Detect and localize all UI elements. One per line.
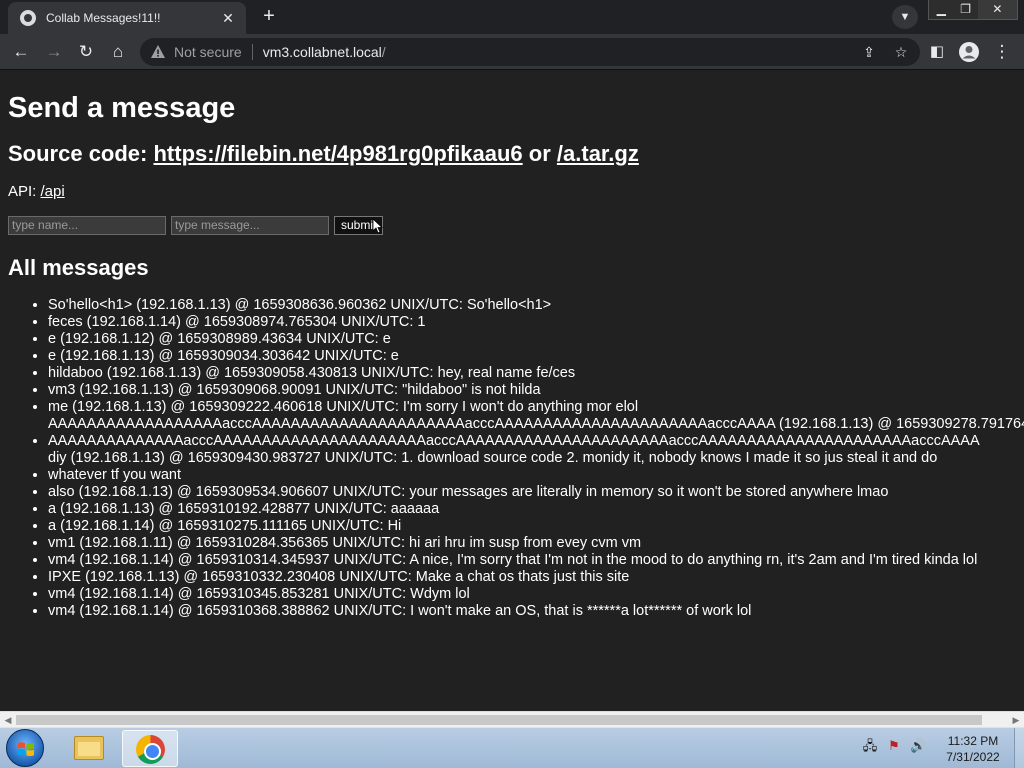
- message-item: vm4 (192.168.1.14) @ 1659310368.388862 U…: [48, 603, 1016, 620]
- reload-icon[interactable]: ↻: [75, 41, 97, 63]
- message-form: submit: [8, 215, 1016, 235]
- system-clock[interactable]: 11:32 PM 7/31/2022: [938, 733, 1008, 765]
- message-item: a (192.168.1.13) @ 1659310192.428877 UNI…: [48, 501, 1016, 518]
- network-icon[interactable]: 🖧: [862, 738, 878, 754]
- url-text: vm3.collabnet.local/: [263, 44, 386, 60]
- file-explorer-taskbar-button[interactable]: [62, 730, 118, 767]
- all-messages-heading: All messages: [8, 255, 149, 280]
- api-label: API:: [8, 183, 41, 200]
- windows-logo-icon: [18, 742, 34, 757]
- message-item: vm3 (192.168.1.13) @ 1659309068.90091 UN…: [48, 382, 1016, 399]
- warning-icon[interactable]: [150, 44, 166, 60]
- forward-arrow-icon[interactable]: →: [43, 41, 65, 63]
- source-code-heading: Source code: https://filebin.net/4p981rg…: [8, 140, 1016, 168]
- source-or-label: or: [522, 141, 557, 166]
- browser-tab[interactable]: Collab Messages!11!! ✕: [8, 2, 246, 34]
- chrome-taskbar-button[interactable]: [122, 730, 178, 767]
- message-item: AAAAAAAAAAAAAAAAAAacccAAAAAAAAAAAAAAAAAA…: [48, 416, 1024, 450]
- back-arrow-icon[interactable]: ←: [10, 41, 32, 63]
- url-path: /: [381, 44, 386, 60]
- restore-icon[interactable]: ❐: [953, 0, 977, 19]
- close-window-icon[interactable]: ✕: [977, 0, 1017, 19]
- tab-strip: Collab Messages!11!! ✕ + ▼ ▁ ❐ ✕: [0, 0, 1024, 34]
- filebin-link[interactable]: https://filebin.net/4p981rg0pfikaau6: [153, 141, 522, 166]
- browser-toolbar: ← → ↻ ⌂ Not secure vm3.collabnet.local/ …: [0, 34, 1024, 70]
- tarball-link[interactable]: /a.tar.gz: [557, 141, 639, 166]
- home-icon[interactable]: ⌂: [107, 41, 129, 63]
- message-item: hildaboo (192.168.1.13) @ 1659309058.430…: [48, 365, 1016, 382]
- message-input[interactable]: [171, 215, 329, 235]
- message-item: me (192.168.1.13) @ 1659309222.460618 UN…: [48, 399, 1016, 416]
- address-bar[interactable]: Not secure vm3.collabnet.local/ ⇪ ☆: [140, 38, 920, 66]
- action-center-flag-icon[interactable]: ⚑: [886, 738, 902, 754]
- folder-icon: [74, 736, 104, 760]
- api-line: API: /api: [8, 183, 1016, 201]
- clock-time: 11:32 PM: [947, 734, 999, 748]
- message-item: feces (192.168.1.14) @ 1659308974.765304…: [48, 314, 1016, 331]
- not-secure-label: Not secure: [174, 44, 242, 60]
- submit-label: submit: [341, 218, 377, 232]
- show-desktop-button[interactable]: [1014, 728, 1024, 768]
- chrome-icon: [136, 735, 165, 764]
- message-item: also (192.168.1.13) @ 1659309534.906607 …: [48, 484, 1016, 501]
- window-controls: ▁ ❐ ✕: [928, 0, 1018, 20]
- message-item: a (192.168.1.14) @ 1659310275.111165 UNI…: [48, 518, 1016, 535]
- api-link[interactable]: /api: [41, 183, 65, 200]
- scroll-left-arrow-icon[interactable]: ◀: [2, 714, 14, 726]
- submit-button[interactable]: submit: [334, 215, 384, 235]
- globe-icon: [20, 10, 36, 26]
- message-item: e (192.168.1.13) @ 1659309034.303642 UNI…: [48, 348, 1016, 365]
- volume-icon[interactable]: 🔊: [910, 738, 926, 754]
- system-tray: 🖧 ⚑ 🔊: [862, 738, 926, 754]
- url-host: vm3.collabnet.local: [262, 44, 382, 60]
- page-title: Send a message: [8, 92, 236, 124]
- minimize-icon[interactable]: ▁: [929, 0, 953, 19]
- tab-title: Collab Messages!11!!: [46, 11, 161, 25]
- mouse-cursor-icon: [373, 218, 383, 234]
- bookmark-star-icon[interactable]: ☆: [892, 42, 910, 62]
- message-item: vm4 (192.168.1.14) @ 1659310345.853281 U…: [48, 586, 1016, 603]
- message-item: vm4 (192.168.1.14) @ 1659310314.345937 U…: [48, 552, 1016, 569]
- source-code-label: Source code:: [8, 141, 154, 166]
- profile-avatar-icon[interactable]: [958, 41, 980, 63]
- windows-taskbar: 🖧 ⚑ 🔊 11:32 PM 7/31/2022: [0, 727, 1024, 768]
- page-content: Send a message Source code: https://file…: [0, 71, 1024, 711]
- clock-date: 7/31/2022: [946, 750, 1000, 764]
- share-icon[interactable]: ⇪: [860, 42, 878, 62]
- message-text: diy (192.168.1.13) @ 1659309430.983727 U…: [48, 450, 938, 483]
- kebab-menu-icon[interactable]: ⋮: [991, 41, 1013, 63]
- side-panel-icon[interactable]: ◧: [926, 41, 948, 63]
- start-button[interactable]: [6, 729, 44, 767]
- tab-close-icon[interactable]: ✕: [220, 10, 236, 27]
- scrollbar-thumb[interactable]: [16, 715, 982, 725]
- omnibox-actions: ⇪ ☆: [860, 42, 910, 62]
- message-item: IPXE (192.168.1.13) @ 1659310332.230408 …: [48, 569, 1016, 586]
- tab-search-chevron-icon[interactable]: ▼: [892, 5, 918, 29]
- omnibox-divider: [251, 44, 253, 60]
- message-item: e (192.168.1.12) @ 1659308989.43634 UNIX…: [48, 331, 1016, 348]
- new-tab-button[interactable]: +: [258, 6, 280, 28]
- message-text: AAAAAAAAAAAAAAAAAAacccAAAAAAAAAAAAAAAAAA…: [48, 416, 1024, 449]
- message-item: So'hello<h1> (192.168.1.13) @ 1659308636…: [48, 297, 1016, 314]
- message-item: vm1 (192.168.1.11) @ 1659310284.356365 U…: [48, 535, 1016, 552]
- horizontal-scrollbar[interactable]: ◀ ▶: [0, 711, 1024, 727]
- message-list: So'hello<h1> (192.168.1.13) @ 1659308636…: [8, 297, 1024, 620]
- scroll-right-arrow-icon[interactable]: ▶: [1010, 714, 1022, 726]
- message-item: diy (192.168.1.13) @ 1659309430.983727 U…: [48, 450, 1016, 484]
- name-input[interactable]: [8, 215, 166, 235]
